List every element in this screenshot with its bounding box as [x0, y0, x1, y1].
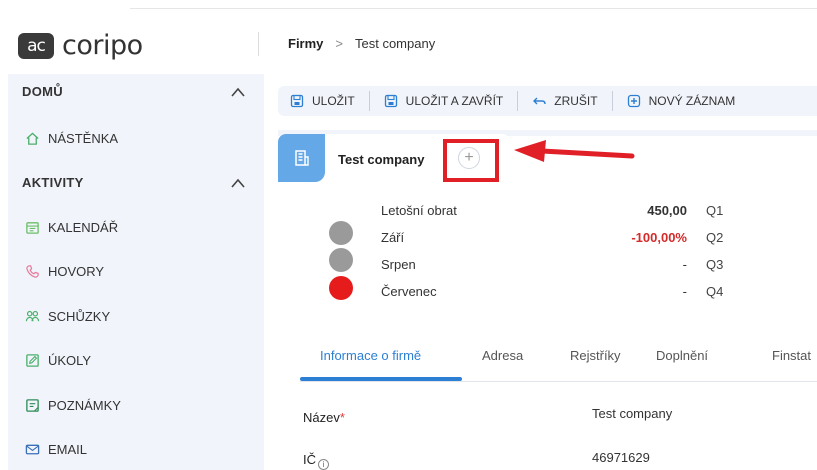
info-icon[interactable]: i [318, 459, 329, 470]
stat-value: -100,00% [631, 230, 687, 245]
logo-mark: ac [18, 32, 54, 59]
breadcrumb: Firmy > Test company [288, 36, 435, 51]
record-title: Test company [338, 152, 425, 167]
tab-informace-o-firme[interactable]: Informace o firmě [320, 348, 421, 363]
toolbar: ULOŽIT ULOŽIT A ZAVŘÍT ZRUŠIT NOVÝ ZÁZNA… [278, 86, 817, 116]
cancel-button[interactable]: ZRUŠIT [532, 94, 598, 108]
header-separator [258, 32, 259, 56]
save-button[interactable]: ULOŽIT [290, 94, 355, 108]
sidebar-item-kalendar[interactable]: KALENDÁŘ [24, 219, 118, 235]
sidebar-item-schuzky[interactable]: SCHŮZKY [24, 308, 110, 324]
field-label-text: IČ [303, 452, 316, 467]
new-record-label: NOVÝ ZÁZNAM [648, 94, 736, 108]
save-and-close-label: ULOŽIT A ZAVŘÍT [405, 94, 504, 108]
tab-adresa[interactable]: Adresa [482, 348, 523, 363]
field-label-text: Název [303, 410, 340, 425]
tab-finstat[interactable]: Finstat [772, 348, 811, 363]
sidebar-item-label: EMAIL [48, 441, 88, 457]
sidebar-item-ukoly[interactable]: ÚKOLY [24, 352, 91, 368]
field-label-nazev: Název* [303, 410, 345, 425]
detail-tabs: Informace o firmě Adresa Rejstříky Dopln… [300, 338, 817, 382]
breadcrumb-firmy-link[interactable]: Firmy [288, 36, 323, 51]
logo-text: coripo [62, 30, 143, 61]
status-dot [329, 221, 353, 245]
stat-label: Srpen [381, 257, 416, 272]
chevron-up-icon[interactable] [230, 177, 246, 189]
stat-value: - [682, 257, 687, 272]
plus-box-icon [627, 94, 640, 108]
annotation-highlight-box [443, 139, 499, 182]
save-and-close-button[interactable]: ULOŽIT A ZAVŘÍT [384, 94, 504, 108]
required-marker: * [339, 410, 345, 425]
sidebar-item-label: ÚKOLY [48, 352, 92, 368]
people-icon [24, 308, 40, 324]
toolbar-divider [368, 91, 370, 111]
status-dot [329, 276, 353, 300]
sidebar-item-label: NÁSTĚNKA [48, 130, 119, 146]
field-label-ic: IČ i [303, 452, 329, 470]
sidebar: DOMŮ NÁSTĚNKA AKTIVITY KALENDÁŘ HOVORY S… [8, 74, 264, 470]
stat-label: Září [381, 230, 405, 245]
name-field[interactable]: Test company [592, 406, 672, 421]
stat-quarter: Q3 [706, 257, 724, 272]
stat-quarter: Q2 [706, 230, 724, 245]
top-divider [130, 8, 817, 9]
app-logo[interactable]: ac coripo [18, 30, 143, 61]
company-entity-icon [278, 134, 325, 182]
stat-label: Letošní obrat [381, 203, 457, 218]
home-icon [24, 130, 40, 146]
stat-value: - [682, 284, 687, 299]
phone-icon [24, 263, 40, 279]
ic-field[interactable]: 46971629 [592, 450, 650, 465]
sidebar-item-label: HOVORY [48, 263, 105, 279]
breadcrumb-current: Test company [355, 36, 436, 51]
sidebar-item-label: SCHŮZKY [48, 308, 111, 324]
toolbar-divider [611, 91, 613, 111]
sidebar-item-poznamky[interactable]: POZNÁMKY [24, 397, 121, 413]
sidebar-group-domu[interactable]: DOMŮ [22, 84, 63, 99]
edit-task-icon [24, 352, 40, 368]
sidebar-group-aktivity[interactable]: AKTIVITY [22, 175, 84, 190]
undo-icon [533, 97, 546, 105]
active-tab-indicator [300, 377, 462, 381]
tab-rejstriky[interactable]: Rejstříky [570, 348, 621, 363]
sidebar-item-hovory[interactable]: HOVORY [24, 263, 104, 279]
note-icon [24, 397, 40, 413]
toolbar-divider [517, 91, 519, 111]
tab-doplneni[interactable]: Doplnění [656, 348, 708, 363]
sidebar-item-nastenka[interactable]: NÁSTĚNKA [24, 130, 118, 146]
stat-value: 450,00 [647, 203, 687, 218]
status-dot [329, 248, 353, 272]
breadcrumb-separator: > [335, 36, 343, 51]
cancel-button-label: ZRUŠIT [554, 94, 598, 108]
chevron-up-icon[interactable] [230, 86, 246, 98]
save-icon [290, 94, 304, 108]
stat-quarter: Q1 [706, 203, 724, 218]
mail-icon [24, 441, 40, 457]
sidebar-item-label: POZNÁMKY [48, 397, 121, 413]
calendar-icon [24, 219, 40, 235]
stat-quarter: Q4 [706, 284, 724, 299]
save-icon [384, 94, 397, 108]
new-record-button[interactable]: NOVÝ ZÁZNAM [627, 94, 736, 108]
stat-label: Červenec [381, 284, 437, 299]
annotation-arrow-icon [514, 140, 635, 162]
sidebar-item-email[interactable]: EMAIL [24, 441, 87, 457]
save-button-label: ULOŽIT [312, 94, 355, 108]
sidebar-item-label: KALENDÁŘ [48, 219, 119, 235]
